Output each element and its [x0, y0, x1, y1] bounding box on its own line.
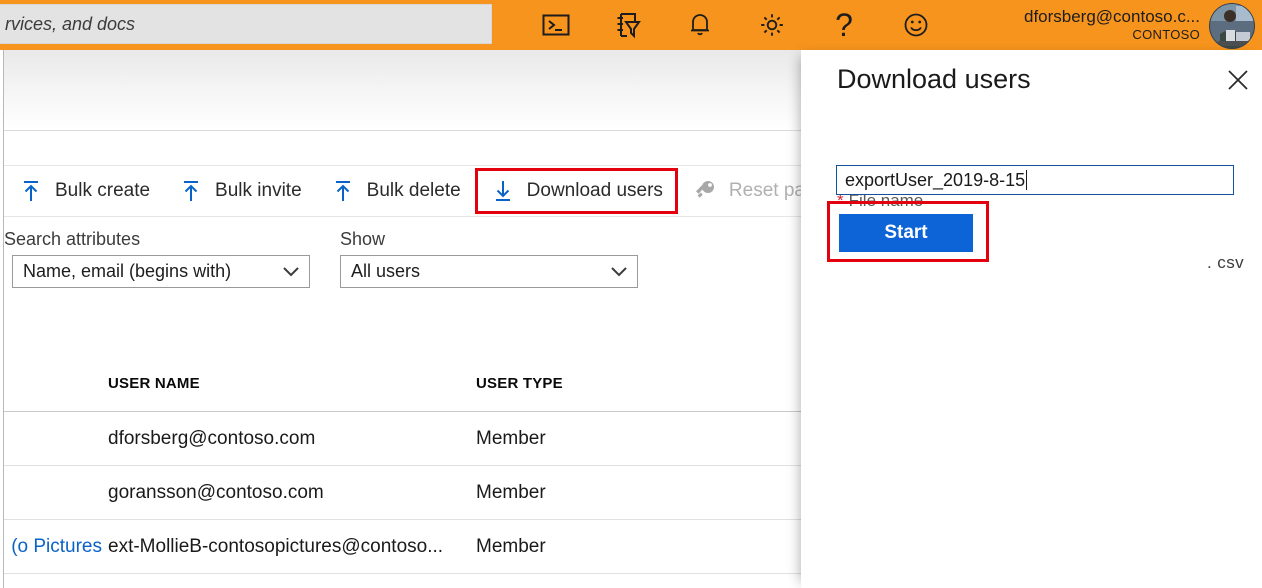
help-question-glyph: ? — [835, 9, 853, 41]
bulk-invite-button[interactable]: Bulk invite — [164, 166, 316, 216]
cell-user-type: Member — [476, 428, 776, 450]
chevron-down-icon — [282, 263, 300, 281]
bulk-invite-label: Bulk invite — [215, 180, 302, 202]
avatar[interactable] — [1209, 3, 1255, 49]
download-icon — [490, 178, 516, 204]
file-name-value: exportUser_2019-8-15 — [845, 170, 1025, 191]
column-header-user-name: USER NAME — [108, 375, 476, 392]
settings-gear-icon[interactable] — [736, 0, 808, 50]
azure-top-bar: rvices, and docs — [0, 0, 1262, 50]
notifications-bell-icon[interactable] — [664, 0, 736, 50]
bulk-delete-label: Bulk delete — [367, 180, 461, 202]
show-value: All users — [351, 261, 420, 282]
global-search-placeholder: rvices, and docs — [5, 14, 135, 35]
column-header-user-type: USER TYPE — [476, 375, 776, 392]
chevron-down-icon — [610, 263, 628, 281]
download-users-label: Download users — [527, 180, 663, 202]
file-extension-note: . csv — [1207, 253, 1244, 273]
panel-title: Download users — [837, 62, 1031, 96]
bulk-create-label: Bulk create — [55, 180, 150, 202]
cell-display-name[interactable]: o Pictures) — [4, 536, 108, 558]
global-search-input[interactable]: rvices, and docs — [0, 4, 492, 44]
search-attributes-label: Search attributes — [4, 228, 310, 250]
help-question-icon[interactable]: ? — [808, 0, 880, 50]
download-users-panel: Download users *File name . csv — [801, 50, 1262, 588]
file-name-input[interactable]: exportUser_2019-8-15 — [836, 165, 1234, 195]
key-icon — [692, 178, 718, 204]
show-label: Show — [340, 228, 638, 250]
cell-user-name: dforsberg@contoso.com — [108, 428, 476, 450]
cell-user-type: Member — [476, 536, 776, 558]
cell-user-type: Member — [476, 482, 776, 504]
text-caret — [1026, 170, 1027, 190]
cloud-shell-icon[interactable] — [520, 0, 592, 50]
show-select[interactable]: All users — [340, 255, 638, 288]
account-email: dforsberg@contoso.c... — [1024, 7, 1200, 27]
show-field: Show All users — [340, 228, 638, 288]
directory-filter-icon[interactable] — [592, 0, 664, 50]
cell-user-name: ext-MollieB-contosopictures@contoso... — [108, 536, 476, 558]
account-directory: CONTOSO — [1132, 27, 1200, 43]
download-users-button[interactable]: Download users — [475, 168, 678, 214]
top-bar-icon-group: ? — [520, 0, 952, 50]
upload-icon — [178, 178, 204, 204]
close-icon[interactable] — [1222, 64, 1254, 96]
search-attributes-value: Name, email (begins with) — [23, 261, 231, 282]
search-attributes-field: Search attributes Name, email (begins wi… — [4, 228, 310, 288]
search-attributes-select[interactable]: Name, email (begins with) — [12, 255, 310, 288]
account-info[interactable]: dforsberg@contoso.c... CONTOSO — [1024, 0, 1200, 50]
upload-icon — [18, 178, 44, 204]
bulk-delete-button[interactable]: Bulk delete — [316, 166, 475, 216]
start-button-highlight: Start — [827, 201, 989, 262]
feedback-smiley-icon[interactable] — [880, 0, 952, 50]
start-button[interactable]: Start — [839, 214, 973, 252]
cell-user-name: goransson@contoso.com — [108, 482, 476, 504]
upload-icon — [330, 178, 356, 204]
bulk-create-button[interactable]: Bulk create — [4, 166, 164, 216]
